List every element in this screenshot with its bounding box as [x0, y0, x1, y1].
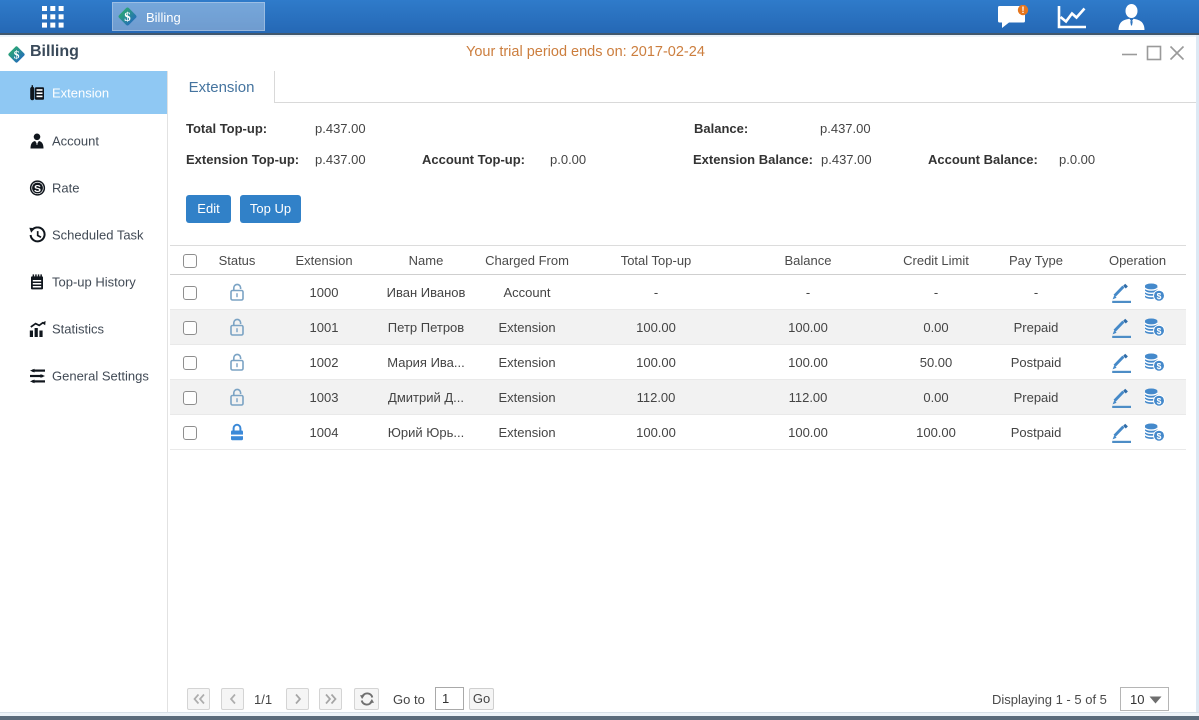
- svg-text:$: $: [1156, 361, 1161, 371]
- svg-text:!: !: [1022, 5, 1025, 15]
- svg-text:$: $: [1156, 431, 1161, 441]
- svg-text:$: $: [124, 9, 131, 24]
- svg-text:$: $: [1156, 326, 1161, 336]
- svg-text:$: $: [1156, 396, 1161, 406]
- svg-text:$: $: [14, 49, 20, 62]
- svg-text:$: $: [1156, 291, 1161, 301]
- svg-text:S: S: [34, 182, 41, 194]
